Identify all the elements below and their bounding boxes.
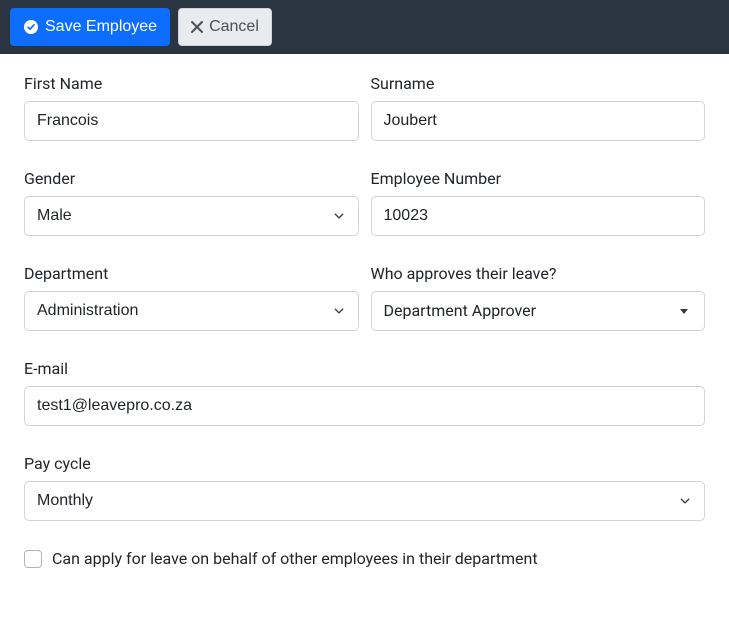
gender-select[interactable]: Male <box>24 196 359 236</box>
close-icon <box>191 21 203 33</box>
save-employee-button[interactable]: Save Employee <box>10 8 170 46</box>
employee-number-input[interactable] <box>371 196 706 236</box>
first-name-input[interactable] <box>24 101 359 141</box>
pay-cycle-label: Pay cycle <box>24 454 705 473</box>
department-select[interactable]: Administration <box>24 291 359 331</box>
gender-label: Gender <box>24 169 359 188</box>
pay-cycle-select[interactable]: Monthly <box>24 481 705 521</box>
approver-dropdown[interactable]: Department Approver <box>371 291 706 331</box>
department-label: Department <box>24 264 359 283</box>
on-behalf-label[interactable]: Can apply for leave on behalf of other e… <box>52 549 538 568</box>
surname-label: Surname <box>371 74 706 93</box>
cancel-button-label: Cancel <box>209 15 259 39</box>
approver-value: Department Approver <box>384 299 537 323</box>
email-label: E-mail <box>24 359 705 378</box>
on-behalf-checkbox[interactable] <box>24 550 42 568</box>
employee-number-label: Employee Number <box>371 169 706 188</box>
surname-input[interactable] <box>371 101 706 141</box>
check-circle-icon <box>23 19 39 35</box>
email-input[interactable] <box>24 386 705 426</box>
approver-label: Who approves their leave? <box>371 264 706 283</box>
toolbar: Save Employee Cancel <box>0 0 729 54</box>
first-name-label: First Name <box>24 74 359 93</box>
cancel-button[interactable]: Cancel <box>178 8 272 46</box>
caret-down-icon <box>680 309 688 314</box>
employee-form: First Name Surname Gender Male Employee … <box>0 54 729 588</box>
save-button-label: Save Employee <box>45 15 157 39</box>
